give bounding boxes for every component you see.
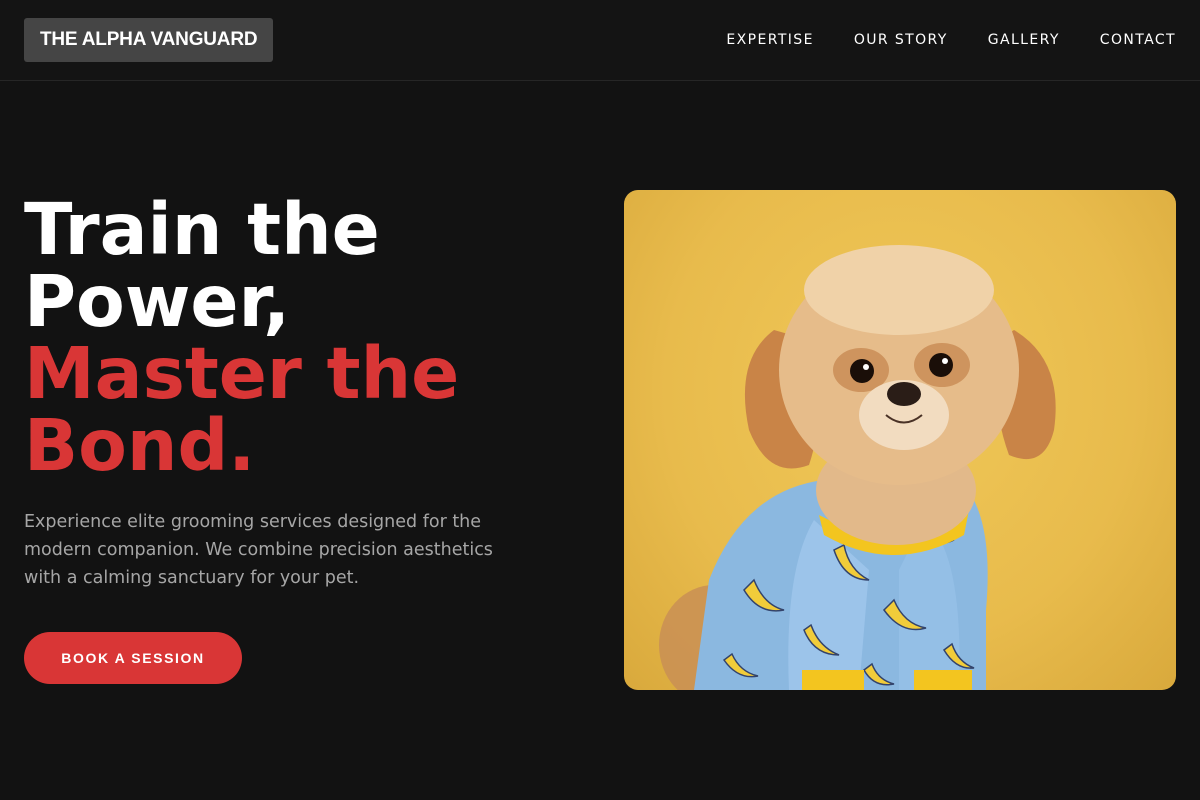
nav-link-expertise[interactable]: EXPERTISE <box>726 30 813 50</box>
hero-title-line: Power, <box>24 260 291 343</box>
hero-title-accent-line: Master the <box>24 332 460 415</box>
hero-title: Train the Power, Master the Bond. <box>24 194 564 482</box>
dog-illustration <box>659 245 1056 690</box>
nav-link-our-story[interactable]: OUR STORY <box>854 30 948 50</box>
brand-logo[interactable]: THE ALPHA VANGUARD <box>24 18 274 62</box>
hero-title-line: Train the <box>24 188 380 271</box>
nav-link-gallery[interactable]: GALLERY <box>988 30 1060 50</box>
main-nav: EXPERTISE OUR STORY GALLERY CONTACT <box>686 30 1176 50</box>
hero-description: Experience elite grooming services desig… <box>24 512 493 588</box>
dog-photo <box>624 190 1176 690</box>
book-session-button[interactable]: BOOK A SESSION <box>24 632 242 684</box>
nav-link-contact[interactable]: CONTACT <box>1100 30 1176 50</box>
site-header: THE ALPHA VANGUARD EXPERTISE OUR STORY G… <box>0 0 1200 81</box>
hero-title-accent-line: Bond. <box>24 404 256 487</box>
